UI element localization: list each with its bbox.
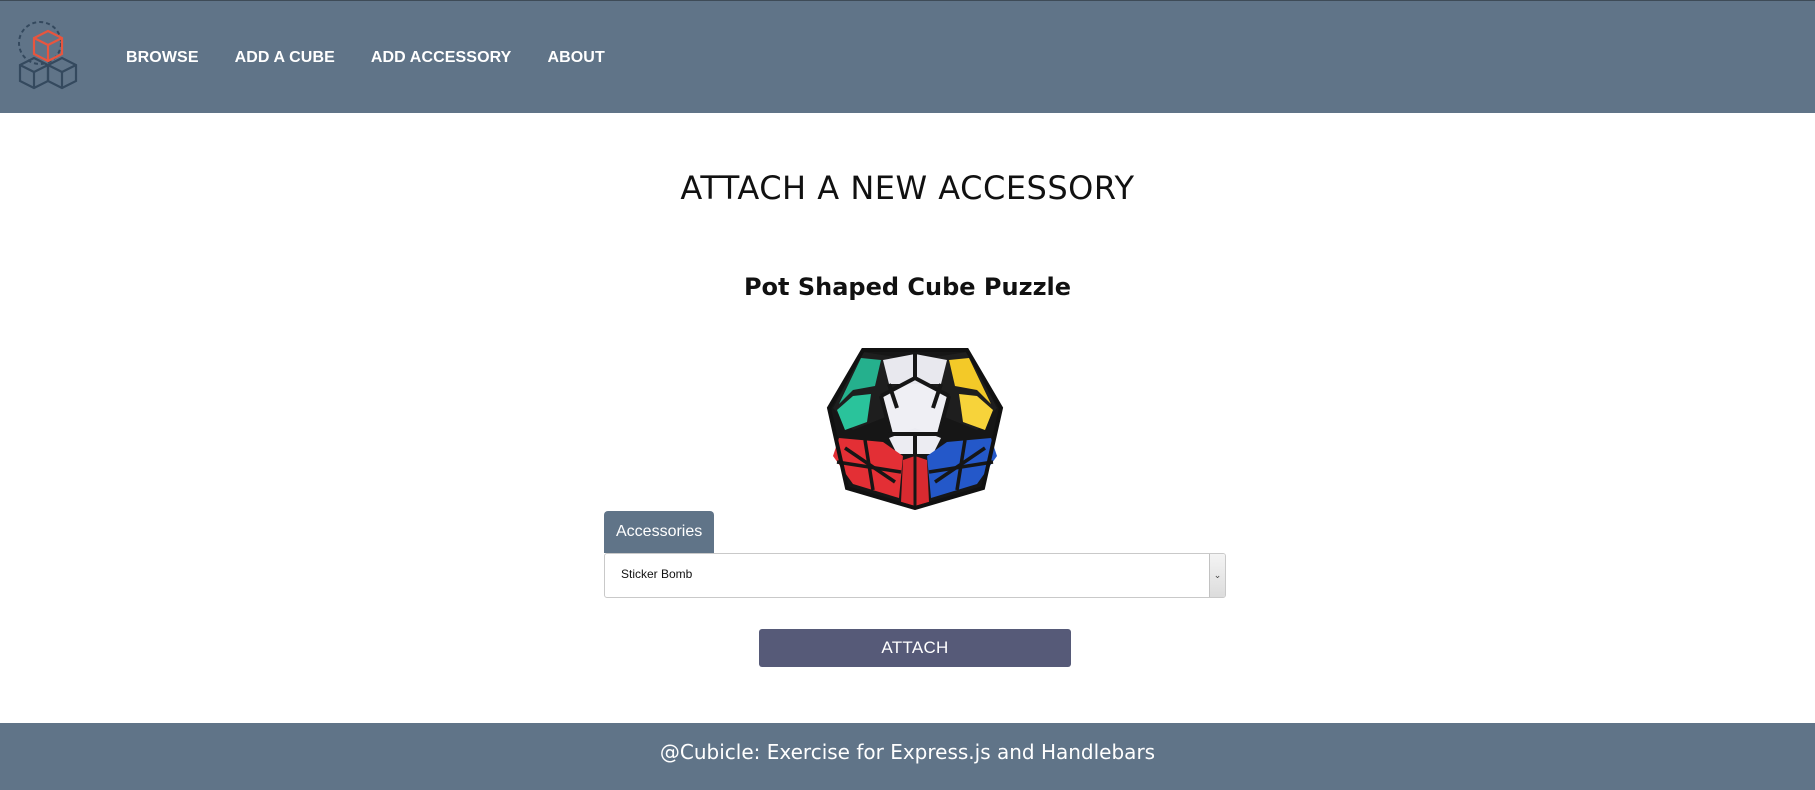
chevron-down-icon[interactable]: ⌄	[1209, 554, 1225, 597]
home-logo-link[interactable]	[16, 21, 84, 93]
nav-about[interactable]: ABOUT	[547, 49, 604, 67]
cubes-logo-icon	[18, 21, 78, 90]
main-nav: BROWSE ADD A CUBE ADD ACCESSORY ABOUT	[126, 1, 641, 114]
nav-browse[interactable]: BROWSE	[126, 49, 199, 67]
nav-add-accessory[interactable]: ADD ACCESSORY	[371, 49, 512, 67]
cube-image	[823, 338, 1007, 511]
cube-name: Pot Shaped Cube Puzzle	[743, 273, 1072, 301]
site-footer: @Cubicle: Exercise for Express.js and Ha…	[0, 723, 1815, 790]
megaminx-cube-image	[826, 348, 1004, 511]
attach-button[interactable]: ATTACH	[759, 629, 1071, 667]
main-content: ATTACH A NEW ACCESSORY Pot Shaped Cube P…	[0, 113, 1815, 723]
attach-accessory-form: Accessories Sticker Bomb ⌄	[604, 511, 1226, 598]
nav-add-a-cube[interactable]: ADD A CUBE	[235, 49, 335, 67]
page-title: ATTACH A NEW ACCESSORY	[680, 169, 1135, 207]
site-header: BROWSE ADD A CUBE ADD ACCESSORY ABOUT	[0, 0, 1815, 113]
footer-text: @Cubicle: Exercise for Express.js and Ha…	[659, 739, 1156, 764]
accessory-select[interactable]: Sticker Bomb ⌄	[604, 553, 1226, 598]
accessory-selected-value: Sticker Bomb	[621, 567, 693, 581]
accessories-label: Accessories	[604, 511, 715, 553]
